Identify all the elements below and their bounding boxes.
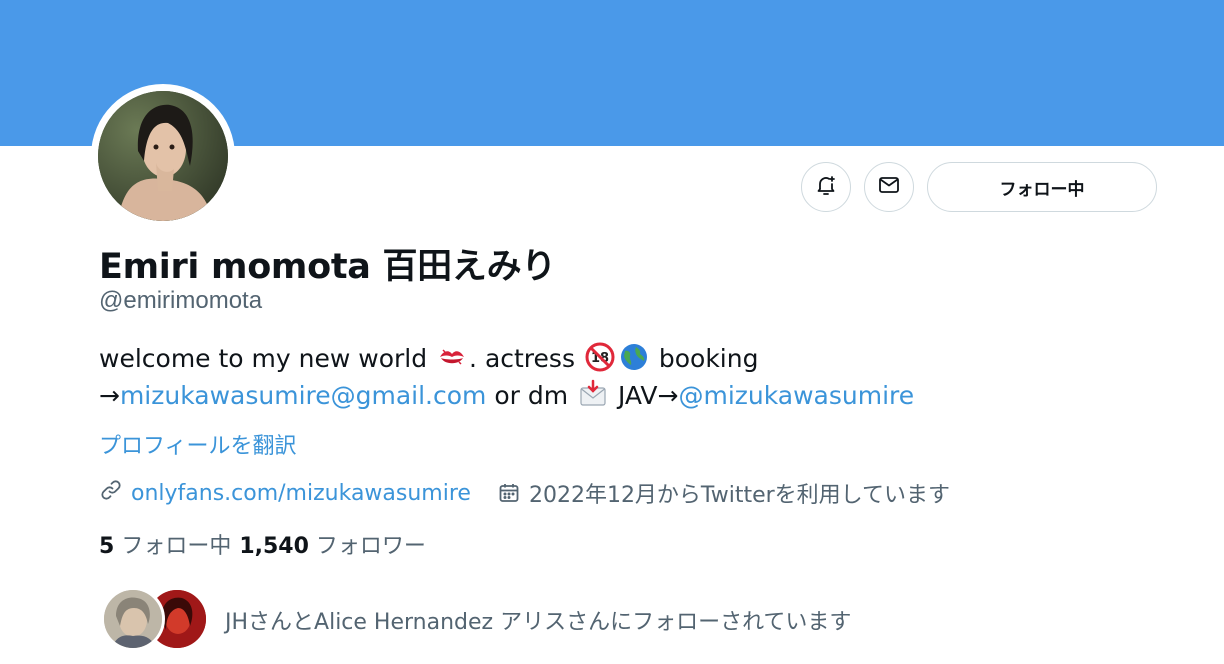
bio-text: or dm bbox=[486, 381, 577, 410]
bio-email-link[interactable]: mizukawasumire@gmail.com bbox=[120, 381, 486, 410]
kiss-mark-emoji bbox=[437, 342, 467, 372]
calendar-icon bbox=[497, 481, 521, 505]
bio-text: booking bbox=[650, 344, 759, 373]
bio-text: → bbox=[99, 381, 120, 410]
mutual-followers[interactable]: JHさんとAlice Hernandez アリスさんにフォローされています bbox=[101, 587, 1151, 651]
bio-line-2: →mizukawasumire@gmail.com or dm JAV→@miz… bbox=[99, 377, 1099, 414]
bio-mention-link[interactable]: @mizukawasumire bbox=[678, 381, 914, 410]
follow-stats: 5 フォロー中 1,540 フォロワー bbox=[99, 528, 434, 560]
following-button[interactable]: フォロー中 bbox=[927, 162, 1157, 212]
notification-bell-button[interactable] bbox=[801, 162, 851, 212]
followers-label: フォロワー bbox=[315, 534, 426, 559]
bio-text: JAV→ bbox=[610, 381, 679, 410]
bio-text: . actress bbox=[469, 344, 583, 373]
translate-profile-link[interactable]: プロフィールを翻訳 bbox=[99, 428, 297, 460]
globe-emoji bbox=[619, 342, 649, 372]
following-label: フォロー中 bbox=[121, 534, 232, 559]
incoming-envelope-emoji bbox=[578, 379, 608, 409]
message-button[interactable] bbox=[864, 162, 914, 212]
user-handle: @emirimomota bbox=[99, 287, 263, 314]
link-icon bbox=[99, 478, 123, 508]
bio-text: welcome to my new world bbox=[99, 344, 436, 373]
profile-bio: welcome to my new world . actress 18 boo… bbox=[99, 340, 1099, 414]
display-name: Emiri momota 百田えみり bbox=[99, 247, 556, 287]
mail-icon bbox=[877, 173, 901, 202]
join-date: 2022年12月からTwitterを利用しています bbox=[528, 483, 951, 508]
no-one-under-eighteen-emoji: 18 bbox=[585, 342, 615, 372]
followers-count: 1,540 bbox=[239, 534, 309, 559]
bio-line-1: welcome to my new world . actress 18 boo… bbox=[99, 340, 1099, 377]
notification-bell-icon bbox=[814, 173, 838, 202]
following-count-link[interactable]: 5 フォロー中 bbox=[99, 534, 231, 559]
mutual-followers-text[interactable]: JHさんとAlice Hernandez アリスさんにフォローされています bbox=[225, 604, 851, 636]
profile-website-link[interactable]: onlyfans.com/mizukawasumire bbox=[131, 481, 471, 506]
mutual-avatar-1 bbox=[101, 587, 165, 651]
followers-count-link[interactable]: 1,540 フォロワー bbox=[239, 534, 426, 559]
following-count: 5 bbox=[99, 534, 115, 559]
profile-meta: onlyfans.com/mizukawasumire 2022年12月からTw… bbox=[99, 477, 950, 509]
avatar[interactable] bbox=[98, 91, 228, 221]
